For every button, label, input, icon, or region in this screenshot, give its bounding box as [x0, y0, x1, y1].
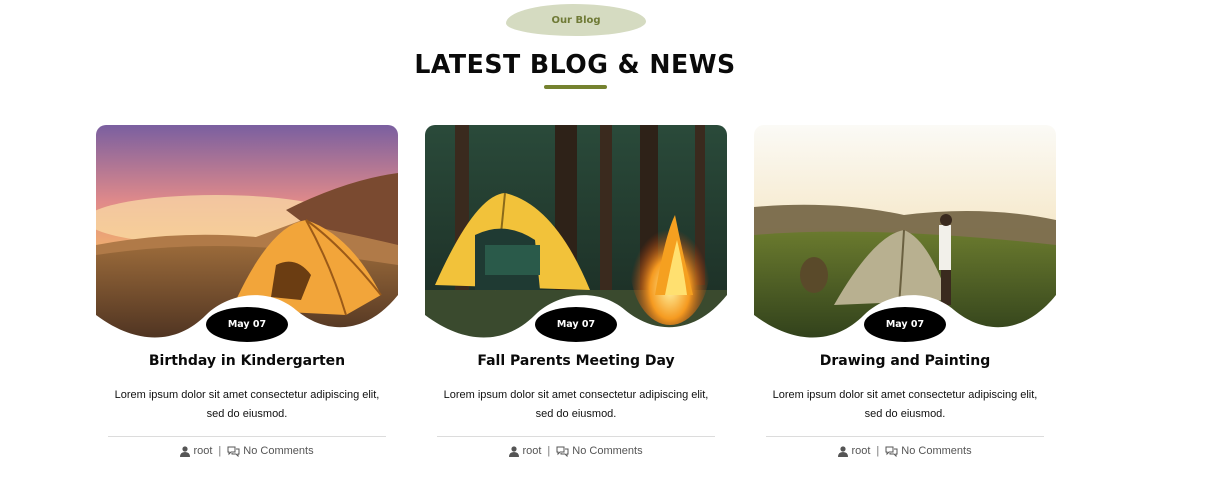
author-name: root: [193, 445, 213, 457]
post-meta: root | No Comments: [754, 445, 1056, 457]
comments-count: No Comments: [572, 445, 643, 457]
user-icon: [509, 445, 520, 457]
post-title[interactable]: Fall Parents Meeting Day: [425, 353, 727, 369]
post-excerpt: Lorem ipsum dolor sit amet consectetur a…: [772, 389, 1038, 420]
post-title[interactable]: Birthday in Kindergarten: [96, 353, 398, 369]
card-divider: [766, 436, 1044, 437]
user-icon: [838, 445, 849, 457]
post-comments[interactable]: No Comments: [556, 445, 643, 457]
comments-icon: [885, 446, 898, 457]
comments-count: No Comments: [901, 445, 972, 457]
post-author[interactable]: root: [838, 445, 870, 457]
post-meta: root | No Comments: [96, 445, 398, 457]
section-badge: Our Blog: [506, 4, 646, 36]
title-underline: [544, 85, 607, 89]
card-divider: [437, 436, 715, 437]
post-excerpt: Lorem ipsum dolor sit amet consectetur a…: [114, 389, 380, 420]
post-excerpt: Lorem ipsum dolor sit amet consectetur a…: [443, 389, 709, 420]
post-comments[interactable]: No Comments: [885, 445, 972, 457]
post-date-badge: May 07: [206, 307, 288, 342]
blog-card[interactable]: May 07 Drawing and Painting Lorem ipsum …: [754, 125, 1056, 465]
post-author[interactable]: root: [180, 445, 212, 457]
comments-icon: [556, 446, 569, 457]
author-name: root: [851, 445, 871, 457]
comments-count: No Comments: [243, 445, 314, 457]
post-date-badge: May 07: [535, 307, 617, 342]
post-date-badge: May 07: [864, 307, 946, 342]
meta-separator: |: [218, 445, 222, 457]
post-meta: root | No Comments: [425, 445, 727, 457]
post-title[interactable]: Drawing and Painting: [754, 353, 1056, 369]
user-icon: [180, 445, 191, 457]
card-divider: [108, 436, 386, 437]
meta-separator: |: [547, 445, 551, 457]
post-author[interactable]: root: [509, 445, 541, 457]
comments-icon: [227, 446, 240, 457]
author-name: root: [522, 445, 542, 457]
blog-card[interactable]: May 07 Fall Parents Meeting Day Lorem ip…: [425, 125, 727, 465]
meta-separator: |: [876, 445, 880, 457]
section-title: LATEST BLOG & NEWS: [414, 50, 736, 80]
post-comments[interactable]: No Comments: [227, 445, 314, 457]
blog-card[interactable]: May 07 Birthday in Kindergarten Lorem ip…: [96, 125, 398, 465]
